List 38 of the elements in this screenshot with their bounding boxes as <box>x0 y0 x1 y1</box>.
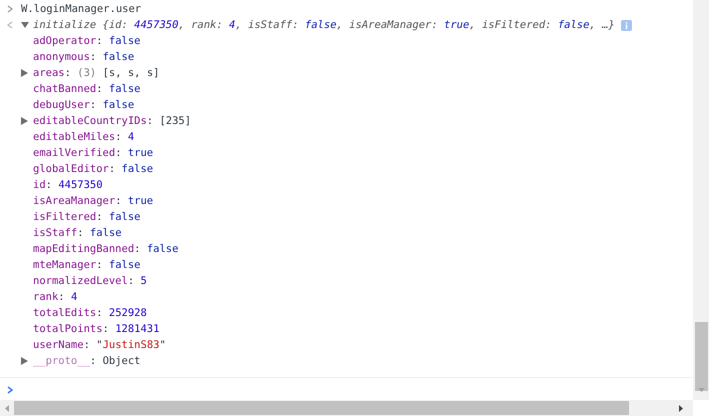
scrollbar-thumb[interactable] <box>694 322 708 391</box>
scroll-left-arrow-icon[interactable] <box>5 404 9 412</box>
property-entry: totalEdits: 252928 <box>33 307 147 319</box>
property-entry: globalEditor: false <box>33 163 154 175</box>
property-entry: editableMiles: 4 <box>33 131 134 143</box>
vertical-scrollbar[interactable] <box>693 0 709 400</box>
expand-triangle-icon[interactable] <box>21 21 29 29</box>
property-entry: debugUser: false <box>33 99 134 111</box>
property-entry: mteManager: false <box>33 259 140 271</box>
horizontal-scrollbar[interactable] <box>0 400 693 416</box>
property-entry: id: 4457350 <box>33 179 103 191</box>
property-entry: chatBanned: false <box>33 83 140 95</box>
property-entry: areas: (3) [s, s, s] <box>33 67 160 79</box>
property-entry: isAreaManager: true <box>33 195 154 207</box>
scroll-down-arrow-icon[interactable] <box>698 388 705 392</box>
property-entry: normalizedLevel: 5 <box>33 275 147 287</box>
property-entry: isFiltered: false <box>33 211 140 223</box>
property-entry: rank: 4 <box>33 291 78 303</box>
property-entry: adOperator: false <box>33 35 140 47</box>
property-entry: totalPoints: 1281431 <box>33 323 160 335</box>
prompt-chevron-icon <box>7 5 13 13</box>
scroll-right-arrow-icon[interactable] <box>679 404 683 412</box>
object-summary[interactable]: initialize {id: 4457350, rank: 4, isStaff: false, isAreaManager: true, isFiltered: false, …} <box>33 19 615 31</box>
property-entry: userName: "JustinS83" <box>33 339 166 351</box>
property-entry: __proto__: Object <box>33 355 140 367</box>
prompt-chevron-icon[interactable] <box>7 386 13 394</box>
property-entry: emailVerified: true <box>33 147 154 159</box>
result-chevron-icon <box>7 21 13 29</box>
property-entry: mapEditingBanned: false <box>33 243 178 255</box>
expand-triangle-icon[interactable] <box>21 117 28 125</box>
info-icon[interactable] <box>620 20 632 30</box>
scrollbar-thumb[interactable] <box>14 401 629 415</box>
console-command: W.loginManager.user <box>21 3 142 15</box>
property-entry: isStaff: false <box>33 227 122 239</box>
property-entry: editableCountryIDs: [235] <box>33 115 192 127</box>
expand-triangle-icon[interactable] <box>21 69 28 77</box>
property-entry: anonymous: false <box>33 51 134 63</box>
expand-triangle-icon[interactable] <box>21 357 28 365</box>
